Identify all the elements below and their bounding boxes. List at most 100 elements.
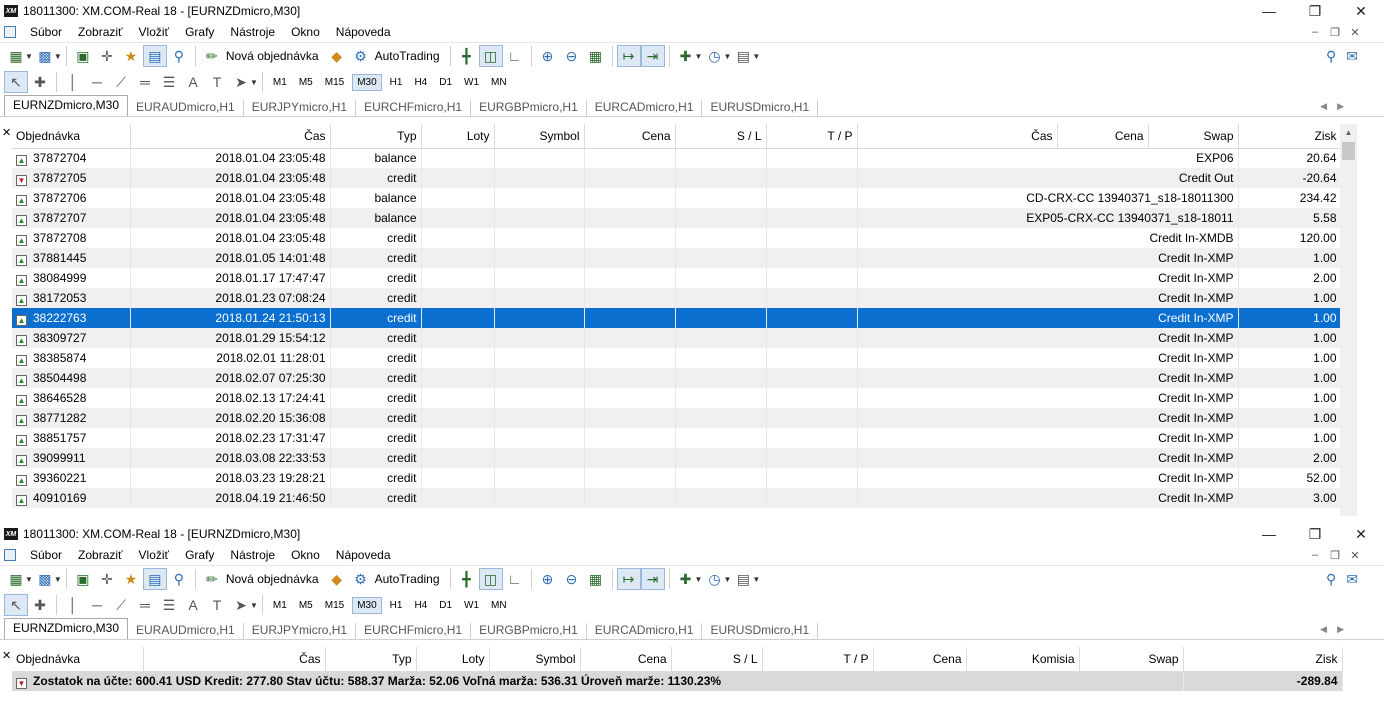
fibonacci-icon[interactable]: ☰ — [157, 71, 181, 93]
table-row[interactable]: ▲ 38851757 2018.02.23 17:31:47 credit Credit… — [12, 428, 1342, 448]
mdi-minimize-icon[interactable]: – — [1308, 549, 1322, 562]
bar-chart-icon[interactable]: ╋ — [455, 45, 479, 67]
vertical-line-icon[interactable]: │ — [61, 71, 85, 93]
col-type[interactable]: Typ — [330, 124, 422, 149]
menu-insert[interactable]: Vložiť — [131, 25, 178, 39]
table-row[interactable]: ▲ 38385874 2018.02.01 11:28:01 credit Credit… — [12, 348, 1342, 368]
tab-euraud[interactable]: EURAUDmicro,H1 — [128, 623, 244, 639]
menu-charts[interactable]: Grafy — [177, 548, 222, 562]
autotrading-button[interactable]: AutoTrading — [375, 572, 440, 586]
new-order-button[interactable]: Nová objednávka — [226, 49, 319, 63]
menu-window[interactable]: Okno — [283, 25, 328, 39]
metaeditor-icon[interactable]: ◆ — [325, 568, 349, 590]
zoom-out-icon[interactable]: ⊖ — [560, 568, 584, 590]
chevron-down-icon[interactable]: ▼ — [695, 52, 703, 61]
close-button[interactable]: ✕ — [1338, 523, 1384, 545]
col-order[interactable]: Objednávka — [12, 124, 131, 149]
col-close-price[interactable]: Cena — [873, 647, 967, 672]
table-row[interactable]: ▲ 38504498 2018.02.07 07:25:30 credit Credit… — [12, 368, 1342, 388]
col-close-price[interactable]: Cena — [1057, 124, 1149, 149]
cursor-icon[interactable]: ↖ — [4, 594, 28, 616]
chevron-down-icon[interactable]: ▼ — [723, 52, 731, 61]
col-order[interactable]: Objednávka — [12, 647, 144, 672]
market-watch-icon[interactable]: ▣ — [71, 568, 95, 590]
close-button[interactable]: ✕ — [1338, 0, 1384, 22]
menu-view[interactable]: Zobraziť — [70, 25, 131, 39]
table-row[interactable]: ▲ 38172053 2018.01.23 07:08:24 credit Credit… — [12, 288, 1342, 308]
minimize-button[interactable]: — — [1246, 0, 1292, 22]
zoom-in-icon[interactable]: ⊕ — [536, 568, 560, 590]
timeframe-m1[interactable]: M1 — [269, 75, 291, 90]
col-time[interactable]: Čas — [130, 124, 331, 149]
zoom-in-icon[interactable]: ⊕ — [536, 45, 560, 67]
col-lots[interactable]: Loty — [421, 124, 495, 149]
chevron-down-icon[interactable]: ▼ — [250, 78, 258, 87]
tab-eurjpy[interactable]: EURJPYmicro,H1 — [244, 100, 357, 116]
timeframe-m5[interactable]: M5 — [295, 598, 317, 613]
document-icon[interactable] — [4, 26, 16, 38]
col-sl[interactable]: S / L — [675, 124, 767, 149]
navigator-icon[interactable]: ★ — [119, 568, 143, 590]
search-icon[interactable]: ⚲ — [1326, 571, 1336, 588]
tab-eurnzd[interactable]: EURNZDmicro,M30 — [4, 95, 129, 116]
horizontal-line-icon[interactable]: ─ — [85, 71, 109, 93]
col-swap[interactable]: Swap — [1148, 124, 1239, 149]
data-window-icon[interactable]: ✛ — [95, 568, 119, 590]
new-order-icon[interactable]: ✏ — [200, 45, 224, 67]
timeframe-m5[interactable]: M5 — [295, 75, 317, 90]
crosshair-icon[interactable]: ✚ — [28, 71, 52, 93]
col-sl[interactable]: S / L — [671, 647, 763, 672]
text-label-icon[interactable]: T — [205, 594, 229, 616]
market-watch-icon[interactable]: ▣ — [71, 45, 95, 67]
menu-help[interactable]: Nápoveda — [328, 25, 399, 39]
tile-windows-icon[interactable]: ▦ — [584, 568, 608, 590]
table-row[interactable]: ▲ 38309727 2018.01.29 15:54:12 credit Credit… — [12, 328, 1342, 348]
summary-row[interactable]: ▼ Zostatok na účte: 600.41 USD Kredit: 27… — [12, 671, 1343, 691]
tab-eurchf[interactable]: EURCHFmicro,H1 — [356, 100, 472, 116]
scroll-thumb[interactable] — [1342, 142, 1355, 160]
strategy-tester-icon[interactable]: ⚲ — [167, 45, 191, 67]
col-time[interactable]: Čas — [143, 647, 326, 672]
col-symbol[interactable]: Symbol — [494, 124, 585, 149]
timeframe-m30[interactable]: M30 — [352, 596, 382, 614]
fibonacci-icon[interactable]: ☰ — [157, 594, 181, 616]
timeframe-m30[interactable]: M30 — [352, 73, 382, 91]
equidistant-channel-icon[interactable]: ═ — [133, 594, 157, 616]
tab-eurgbp[interactable]: EURGBPmicro,H1 — [471, 623, 587, 639]
col-close-time[interactable]: Čas — [857, 124, 1058, 149]
chevron-down-icon[interactable]: ▼ — [25, 52, 33, 61]
timeframe-w1[interactable]: W1 — [460, 598, 483, 613]
minimize-button[interactable]: — — [1246, 523, 1292, 545]
autoscroll-icon[interactable]: ↦ — [616, 45, 641, 67]
autotrading-icon[interactable]: ⚙ — [349, 568, 373, 590]
col-lots[interactable]: Loty — [416, 647, 490, 672]
chevron-down-icon[interactable]: ▼ — [25, 575, 33, 584]
chat-icon[interactable]: ✉ — [1346, 48, 1358, 65]
timeframe-h4[interactable]: H4 — [410, 75, 431, 90]
menu-help[interactable]: Nápoveda — [328, 548, 399, 562]
new-order-icon[interactable]: ✏ — [200, 568, 224, 590]
new-order-button[interactable]: Nová objednávka — [226, 572, 319, 586]
col-swap[interactable]: Swap — [1079, 647, 1184, 672]
table-row[interactable]: ▲ 37872707 2018.01.04 23:05:48 balance EXP05… — [12, 208, 1342, 228]
document-icon[interactable] — [4, 549, 16, 561]
tab-eurusd[interactable]: EURUSDmicro,H1 — [702, 623, 819, 639]
table-row[interactable]: ▲ 37872704 2018.01.04 23:05:48 balance EXP06… — [12, 148, 1342, 168]
table-row[interactable]: ▲ 38222763 2018.01.24 21:50:13 credit Credit… — [12, 308, 1342, 328]
tab-eurusd[interactable]: EURUSDmicro,H1 — [702, 100, 819, 116]
timeframe-m1[interactable]: M1 — [269, 598, 291, 613]
col-type[interactable]: Typ — [325, 647, 417, 672]
mdi-close-icon[interactable]: ✕ — [1348, 26, 1362, 39]
mdi-minimize-icon[interactable]: – — [1308, 26, 1322, 39]
chevron-down-icon[interactable]: ▼ — [752, 575, 760, 584]
chevron-down-icon[interactable]: ▼ — [54, 52, 62, 61]
timeframe-d1[interactable]: D1 — [435, 598, 456, 613]
tab-eurnzd[interactable]: EURNZDmicro,M30 — [4, 618, 129, 639]
mdi-close-icon[interactable]: ✕ — [1348, 549, 1362, 562]
mdi-restore-icon[interactable]: ❐ — [1328, 26, 1342, 39]
data-window-icon[interactable]: ✛ — [95, 45, 119, 67]
terminal-icon[interactable]: ▤ — [142, 45, 167, 67]
chevron-down-icon[interactable]: ▼ — [250, 601, 258, 610]
col-profit[interactable]: Zisk — [1183, 647, 1343, 672]
menu-view[interactable]: Zobraziť — [70, 548, 131, 562]
